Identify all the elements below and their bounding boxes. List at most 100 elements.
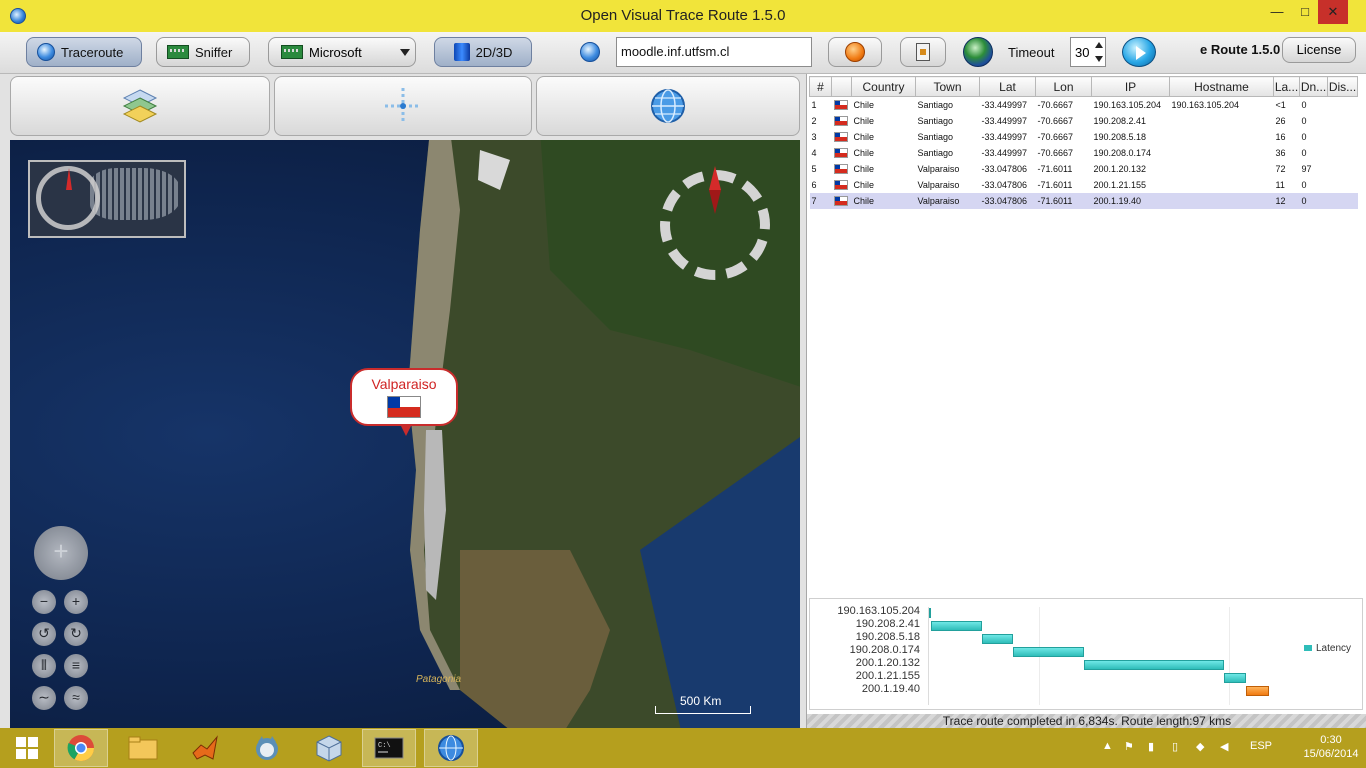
status-bar: Trace route completed in 6,834s. Route l… xyxy=(807,714,1366,728)
col-header-country[interactable]: Country xyxy=(851,76,916,97)
latency-bar xyxy=(1083,660,1225,670)
export-button[interactable] xyxy=(900,37,946,67)
cell-lat: -33.449997 xyxy=(981,115,1028,126)
explorer-taskbar-button[interactable] xyxy=(116,729,170,767)
col-header-hostname[interactable]: Hostname xyxy=(1169,76,1274,97)
tray-expand-icon[interactable]: ▲ xyxy=(1102,740,1113,752)
sniffer-label: Sniffer xyxy=(195,44,233,60)
spinner-down-icon[interactable] xyxy=(1095,56,1103,62)
timeout-spinner[interactable]: 30 xyxy=(1070,37,1106,67)
table-row[interactable]: 6 Chile Valparaiso -33.047806 -71.6011 200.1.… xyxy=(810,177,1358,193)
license-button[interactable]: License xyxy=(1282,37,1356,63)
play-button[interactable] xyxy=(1122,37,1156,67)
cube-icon xyxy=(316,735,342,762)
export-document-icon xyxy=(916,43,930,61)
app-taskbar-button[interactable] xyxy=(240,729,294,767)
latency-bar xyxy=(981,634,1014,644)
rotate-right-icon[interactable]: ↻ xyxy=(64,622,88,646)
cell-latency: 72 xyxy=(1275,163,1286,174)
col-header-distance[interactable]: Dis... xyxy=(1327,76,1358,97)
zoom-in-icon[interactable]: + xyxy=(64,590,88,614)
globe-view-tab[interactable] xyxy=(536,76,800,136)
cell-num: 1 xyxy=(811,99,817,110)
maximize-button[interactable]: □ xyxy=(1290,0,1320,24)
map-view[interactable]: Valparaiso Patagonia 500 Km − + ↺ ↻ ⦀ ≡ … xyxy=(10,140,800,728)
virtualbox-taskbar-button[interactable] xyxy=(302,729,356,767)
table-row[interactable]: 1 Chile Santiago -33.449997 -70.6667 190.163.… xyxy=(810,97,1358,113)
chrome-taskbar-button[interactable] xyxy=(54,729,108,767)
cell-flag xyxy=(831,192,852,209)
matlab-taskbar-button[interactable] xyxy=(178,729,232,767)
cell-dns: 0 xyxy=(1301,99,1307,110)
clock-time: 0:30 xyxy=(1320,734,1342,746)
col-header-lon[interactable]: Lon xyxy=(1035,76,1092,97)
table-row[interactable]: 4 Chile Santiago -33.449997 -70.6667 190.208.… xyxy=(810,145,1358,161)
clock[interactable]: 0:30 15/06/2014 xyxy=(1296,733,1366,761)
zoom-out-icon[interactable]: − xyxy=(32,590,56,614)
chile-flag-icon xyxy=(833,100,848,111)
host-input[interactable]: moodle.inf.utfsm.cl xyxy=(616,37,812,67)
table-row[interactable]: 2 Chile Santiago -33.449997 -70.6667 190.208.… xyxy=(810,113,1358,129)
volume-icon[interactable]: ◀ xyxy=(1220,740,1228,753)
battery-icon[interactable]: ▯ xyxy=(1172,740,1178,753)
cell-dns: 0 xyxy=(1301,179,1307,190)
table-row[interactable]: 3 Chile Santiago -33.449997 -70.6667 190.208.… xyxy=(810,129,1358,145)
signal-icon[interactable]: ▮ xyxy=(1148,740,1154,753)
col-header-lat[interactable]: Lat xyxy=(979,76,1036,97)
col-header-flag[interactable] xyxy=(831,76,852,97)
traceroute-button[interactable]: Traceroute xyxy=(26,37,142,67)
view-toggle-button[interactable]: 2D/3D xyxy=(434,37,532,67)
interface-select[interactable]: Microsoft xyxy=(268,37,416,67)
flag-icon[interactable]: ⚑ xyxy=(1124,740,1134,753)
cell-country: Chile xyxy=(851,192,916,209)
chile-flag-icon xyxy=(833,195,848,206)
spinner-up-icon[interactable] xyxy=(1095,42,1103,48)
cell-ip: 200.1.19.40 xyxy=(1091,192,1170,209)
layers-tab[interactable] xyxy=(10,76,270,136)
cell-flag xyxy=(832,145,852,161)
table-row[interactable]: 5 Chile Valparaiso -33.047806 -71.6011 200.1.… xyxy=(810,161,1358,177)
map-panel: Valparaiso Patagonia 500 Km − + ↺ ↻ ⦀ ≡ … xyxy=(0,74,806,728)
chart-category-label: 190.208.5.18 xyxy=(855,631,920,643)
version-label: e Route 1.5.0 xyxy=(1200,42,1281,57)
dropbox-icon[interactable]: ◆ xyxy=(1196,740,1204,753)
ovtr-taskbar-button[interactable] xyxy=(424,729,478,767)
crosshair-tab[interactable] xyxy=(274,76,532,136)
col-header-num[interactable]: # xyxy=(809,76,832,97)
elevation-icon[interactable]: ∼ xyxy=(32,686,56,710)
folder-icon xyxy=(128,736,158,760)
terminal-taskbar-button[interactable]: C:\ xyxy=(362,729,416,767)
col-header-latency[interactable]: La... xyxy=(1273,76,1300,97)
minimize-button[interactable]: — xyxy=(1262,0,1292,24)
terrain-icon[interactable]: ≈ xyxy=(64,686,88,710)
earth-icon[interactable] xyxy=(963,37,993,67)
close-button[interactable]: ✕ xyxy=(1318,0,1348,24)
city-marker[interactable]: Valparaiso xyxy=(350,368,458,436)
tilt-icon[interactable]: ⦀ xyxy=(32,654,56,678)
rotate-left-icon[interactable]: ↺ xyxy=(32,622,56,646)
sniffer-button[interactable]: Sniffer xyxy=(156,37,250,67)
compass-north-icon xyxy=(709,166,721,190)
cell-ip: 190.163.105.204 xyxy=(1093,99,1162,110)
overview-minimap[interactable] xyxy=(28,160,186,238)
cell-dns: 0 xyxy=(1301,131,1307,142)
cell-country: Chile xyxy=(853,115,875,126)
chart-category-label: 200.1.20.132 xyxy=(855,657,920,669)
col-header-ip[interactable]: IP xyxy=(1091,76,1170,97)
network-card-icon xyxy=(281,45,303,59)
language-indicator[interactable]: ESP xyxy=(1250,740,1272,752)
col-header-dns[interactable]: Dn... xyxy=(1299,76,1328,97)
level-icon[interactable]: ≡ xyxy=(64,654,88,678)
cell-lon: -70.6667 xyxy=(1037,99,1074,110)
cell-dist xyxy=(1328,129,1358,145)
cell-dist xyxy=(1328,145,1358,161)
timeout-value: 30 xyxy=(1075,45,1090,60)
start-trace-button[interactable] xyxy=(828,37,882,67)
start-button[interactable] xyxy=(0,729,54,767)
col-header-town[interactable]: Town xyxy=(915,76,980,97)
cell-country: Chile xyxy=(853,99,875,110)
cell-latency: 12 xyxy=(1273,192,1300,209)
pan-control[interactable] xyxy=(34,526,88,580)
table-row[interactable]: 7 Chile Valparaiso -33.047806 -71.6011 200.1.… xyxy=(809,192,1358,209)
cell-dist xyxy=(1328,177,1358,193)
